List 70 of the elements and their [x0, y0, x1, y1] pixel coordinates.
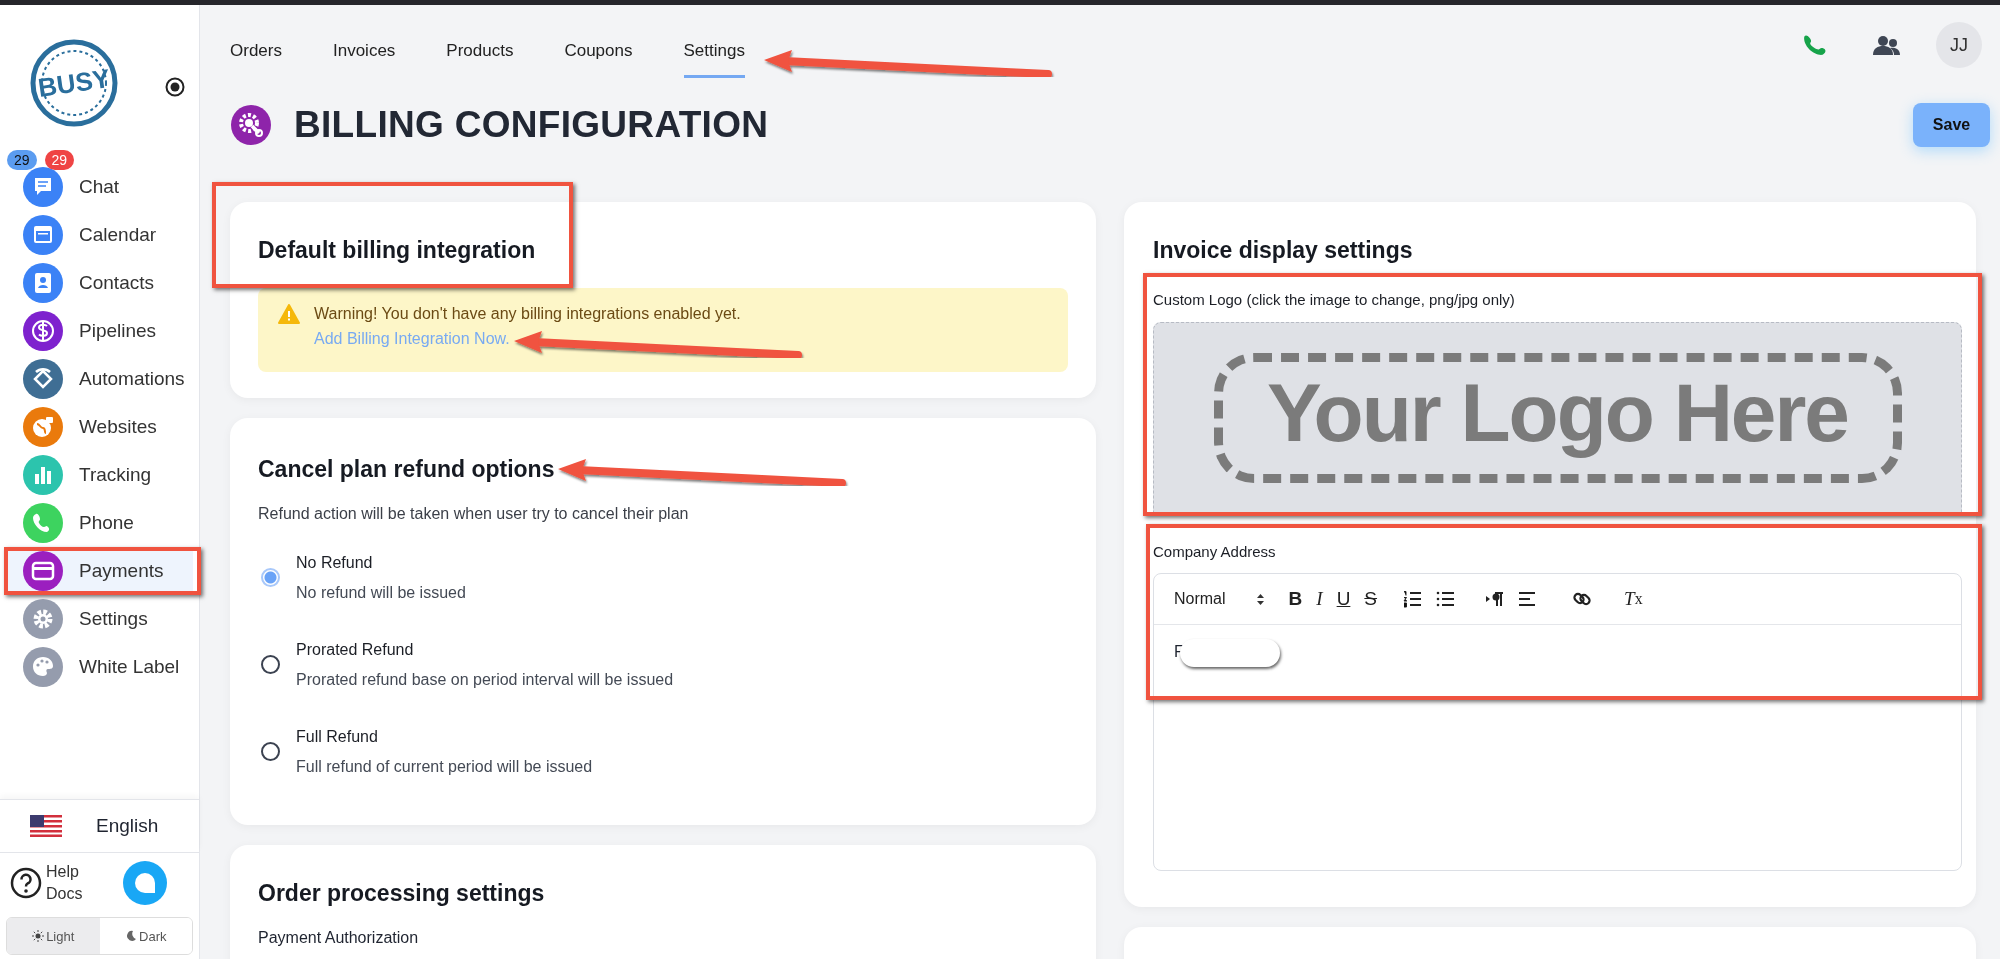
text-direction-icon[interactable]: [1485, 590, 1505, 608]
nav-tab[interactable]: Settings: [683, 5, 745, 78]
palette-icon: [22, 646, 64, 688]
sun-icon: [32, 930, 45, 942]
nav-tab[interactable]: Products: [446, 5, 514, 78]
field-label: Company Address: [1153, 542, 1277, 562]
gear-wrench-icon: [230, 104, 272, 146]
light-mode-button[interactable]: Light: [7, 918, 100, 954]
option-label: No Refund: [296, 553, 374, 573]
chat-bubble-button[interactable]: [123, 861, 167, 905]
sidebar-item[interactable]: Contacts: [6, 259, 193, 307]
bold-button[interactable]: B: [1288, 588, 1303, 610]
sort-caret-icon: [1255, 592, 1265, 606]
italic-button[interactable]: I: [1316, 588, 1323, 610]
sidebar-item[interactable]: Pipelines: [6, 307, 193, 355]
option-description: No refund will be issued: [296, 584, 466, 602]
bar-chart-icon: [22, 454, 64, 496]
warning-icon: [278, 304, 300, 324]
count-badge: 29: [44, 150, 75, 170]
nav-tab[interactable]: Coupons: [564, 5, 633, 78]
calendar-icon: [22, 214, 64, 256]
company-logo: BUSY: [30, 39, 120, 129]
save-button[interactable]: Save: [1913, 103, 1990, 147]
sidebar-item[interactable]: White Label: [6, 643, 193, 691]
section-title: Default billing integration: [258, 236, 536, 265]
logo-placeholder: Your Logo Here: [1213, 352, 1902, 483]
help-link[interactable]: Help Docs: [10, 861, 94, 905]
strike-button[interactable]: S: [1364, 588, 1378, 610]
credit-card-icon: [22, 550, 64, 592]
section-description: Refund action will be taken when user try to cancel their plan: [258, 505, 690, 523]
moon-icon: [125, 930, 137, 942]
count-badge: 29: [7, 150, 37, 170]
sidebar-item[interactable]: Tracking: [6, 451, 193, 499]
ordered-list-icon[interactable]: [1403, 590, 1423, 608]
user-avatar[interactable]: JJ: [1936, 22, 1982, 68]
sidebar-item[interactable]: Calendar: [6, 211, 193, 259]
format-dropdown[interactable]: Normal: [1174, 590, 1265, 608]
option-label: Full Refund: [296, 727, 379, 747]
chat-icon: [22, 166, 64, 208]
section-title: Invoice display settings: [1153, 236, 1414, 265]
option-description: Prorated refund base on period interval will be issued: [296, 671, 674, 689]
sidebar-item[interactable]: Phone: [6, 499, 193, 547]
radio-button[interactable]: [261, 741, 280, 761]
underline-button[interactable]: U: [1336, 588, 1351, 610]
link-icon[interactable]: [1573, 590, 1593, 608]
gear-icon: [22, 598, 64, 640]
field-label: Payment Authorization: [258, 929, 420, 947]
people-icon[interactable]: [1872, 33, 1900, 57]
phone-icon: [22, 502, 64, 544]
warning-message: Warning! You don't have any billing integrations enabled yet.: [314, 304, 741, 324]
align-left-icon[interactable]: [1518, 590, 1538, 608]
nav-tab[interactable]: Orders: [230, 5, 282, 78]
bullet-list-icon[interactable]: [1436, 590, 1456, 608]
language-selector[interactable]: English: [0, 799, 199, 852]
sidebar-item[interactable]: Websites: [6, 403, 193, 451]
section-title: Cancel plan refund options: [258, 455, 555, 484]
help-icon: [10, 867, 42, 899]
flag-icon: [30, 815, 62, 837]
target-icon[interactable]: [165, 77, 185, 97]
option-label: Prorated Refund: [296, 640, 415, 660]
sidebar-item[interactable]: Settings: [6, 595, 193, 643]
page-title: BILLING CONFIGURATION: [294, 104, 770, 146]
nav-tab[interactable]: Invoices: [332, 5, 396, 78]
option-description: Full refund of current period will be issued: [296, 758, 593, 776]
dollar-icon: [22, 310, 64, 352]
contact-card-icon: [22, 262, 64, 304]
radio-button[interactable]: [261, 654, 280, 674]
field-label: Custom Logo (click the image to change, png/jpg only): [1153, 290, 1516, 310]
section-title: Order processing settings: [258, 879, 546, 908]
sidebar-item[interactable]: Automations: [6, 355, 193, 403]
